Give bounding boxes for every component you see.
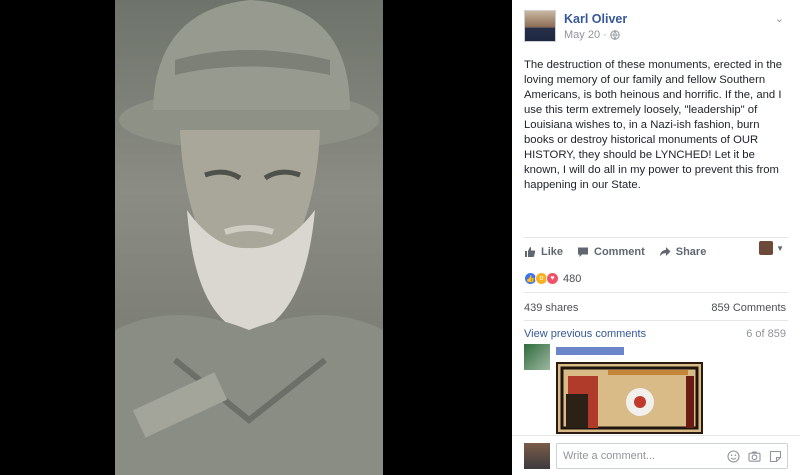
commenter-avatar[interactable] xyxy=(524,344,550,370)
divider xyxy=(524,292,788,293)
comment-image-graphic xyxy=(558,364,701,432)
thumbs-up-icon xyxy=(525,246,536,257)
share-button[interactable]: Share xyxy=(659,245,707,258)
like-button[interactable]: Like xyxy=(524,246,563,258)
comment-button[interactable]: Comment xyxy=(577,246,645,258)
sticker-icon[interactable] xyxy=(769,450,782,463)
globe-icon xyxy=(610,30,620,40)
post-date[interactable]: May 20 xyxy=(564,29,600,41)
facebook-post: Karl Oliver May 20 · ⌄ The destruction o… xyxy=(512,0,800,475)
action-bar: Like Comment Share xyxy=(524,237,788,261)
post-meta: May 20 · xyxy=(564,29,620,41)
reactions-summary[interactable]: 👍 o ♥ 480 xyxy=(524,272,581,285)
page-avatar xyxy=(759,241,774,255)
statue-photo xyxy=(115,0,383,475)
chevron-down-icon[interactable]: ⌄ xyxy=(775,12,784,25)
share-icon xyxy=(659,246,671,256)
write-comment-bar xyxy=(512,435,800,475)
post-as-selector[interactable]: ▼ xyxy=(759,241,784,255)
love-icon: ♥ xyxy=(546,272,559,285)
camera-icon[interactable] xyxy=(748,450,761,463)
comment-input-icons xyxy=(727,450,782,463)
reaction-count: 480 xyxy=(563,272,582,285)
comment-label: Comment xyxy=(594,245,645,258)
author-name[interactable]: Karl Oliver xyxy=(564,12,627,26)
author-avatar[interactable] xyxy=(524,10,556,42)
commenter-name-redacted xyxy=(556,347,624,355)
divider xyxy=(524,320,788,321)
current-user-avatar[interactable] xyxy=(524,443,550,469)
emoji-icon[interactable] xyxy=(727,450,740,463)
like-label: Like xyxy=(541,245,564,258)
caret-down-icon: ▼ xyxy=(776,243,784,253)
comments-count[interactable]: 859 Comments xyxy=(711,302,786,314)
comment-icon xyxy=(578,247,589,257)
meta-separator: · xyxy=(603,29,607,41)
shares-count[interactable]: 439 shares xyxy=(524,302,578,314)
post-body: The destruction of these monuments, erec… xyxy=(524,59,783,191)
comment-image[interactable] xyxy=(556,362,703,434)
share-label: Share xyxy=(675,245,707,258)
view-previous-comments-link[interactable]: View previous comments xyxy=(524,328,646,340)
comments-pager: 6 of 859 xyxy=(746,328,786,340)
photo-viewer xyxy=(0,0,512,475)
statue-illustration xyxy=(115,0,383,475)
